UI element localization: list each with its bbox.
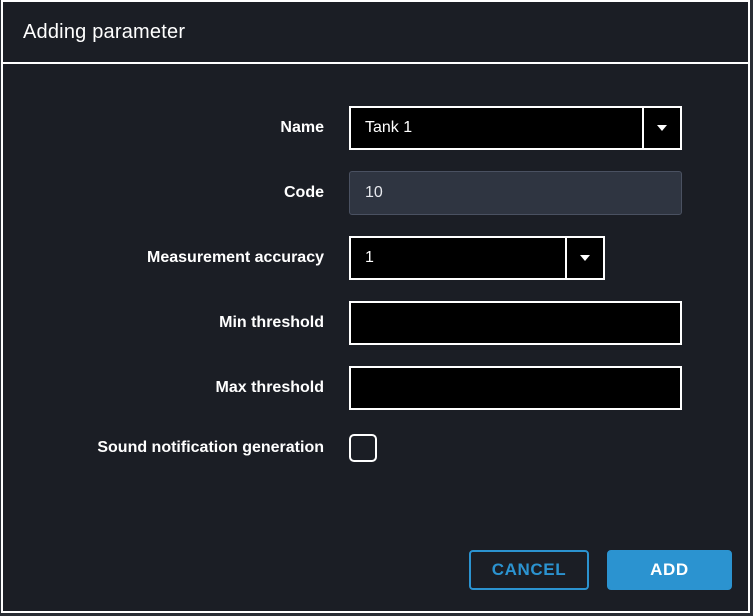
field-area-sound-notification (349, 431, 748, 465)
label-measurement-accuracy: Measurement accuracy (147, 249, 324, 266)
add-button[interactable]: ADD (607, 550, 732, 590)
min-threshold-input[interactable] (349, 301, 682, 345)
chevron-down-icon (657, 125, 667, 131)
label-sound-notification-generation: Sound notification generation (97, 439, 324, 456)
cancel-button[interactable]: CANCEL (469, 550, 589, 590)
label-min-threshold: Min threshold (219, 314, 324, 331)
form-row-measurement-accuracy: Measurement accuracy 1 (3, 236, 748, 280)
form-row-max-threshold: Max threshold (3, 366, 748, 410)
measurement-accuracy-combobox-toggle[interactable] (565, 238, 603, 278)
name-combobox-toggle[interactable] (642, 108, 680, 148)
field-area-max-threshold (349, 366, 748, 410)
form-row-sound-notification: Sound notification generation (3, 431, 748, 465)
chevron-down-icon (580, 255, 590, 261)
measurement-accuracy-combobox[interactable]: 1 (349, 236, 605, 280)
parameter-form: Name Tank 1 Code 10 Measurement accuracy… (3, 106, 748, 465)
code-input: 10 (349, 171, 682, 215)
sound-notification-checkbox[interactable] (349, 434, 377, 462)
form-row-min-threshold: Min threshold (3, 301, 748, 345)
max-threshold-input[interactable] (349, 366, 682, 410)
dialog-footer: CANCEL ADD (3, 550, 748, 590)
name-combobox[interactable]: Tank 1 (349, 106, 682, 150)
measurement-accuracy-combobox-value[interactable]: 1 (351, 238, 565, 278)
label-code: Code (284, 184, 324, 201)
label-name: Name (280, 119, 324, 136)
dialog-body: Name Tank 1 Code 10 Measurement accuracy… (3, 64, 748, 611)
field-area-measurement-accuracy: 1 (349, 236, 748, 280)
field-area-min-threshold (349, 301, 748, 345)
field-area-code: 10 (349, 171, 748, 215)
label-max-threshold: Max threshold (215, 379, 324, 396)
form-row-code: Code 10 (3, 171, 748, 215)
adding-parameter-dialog: Adding parameter Name Tank 1 Code 10 Mea… (1, 0, 750, 613)
field-area-name: Tank 1 (349, 106, 748, 150)
form-row-name: Name Tank 1 (3, 106, 748, 150)
dialog-title: Adding parameter (23, 20, 186, 43)
dialog-titlebar: Adding parameter (3, 2, 748, 64)
name-combobox-value[interactable]: Tank 1 (351, 108, 642, 148)
